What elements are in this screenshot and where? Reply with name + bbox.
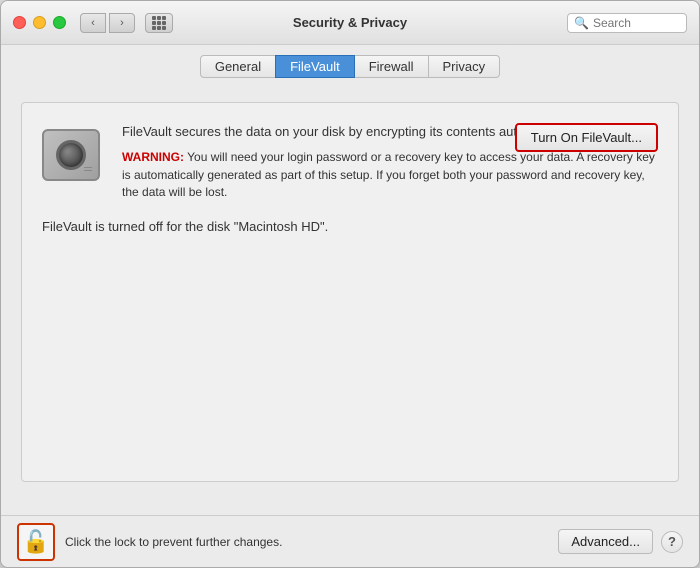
tab-firewall[interactable]: Firewall [354, 55, 429, 78]
search-icon: 🔍 [574, 16, 589, 30]
warning-body: You will need your login password or a r… [122, 150, 655, 199]
warning-label: WARNING: [122, 150, 184, 164]
warning-text: WARNING: You will need your login passwo… [122, 149, 658, 201]
filevault-icon [42, 123, 106, 187]
lock-icon: 🔓 [22, 529, 49, 555]
maximize-button[interactable] [53, 16, 66, 29]
advanced-button[interactable]: Advanced... [558, 529, 653, 554]
nav-buttons: ‹ › [80, 13, 135, 33]
hdd-detail [84, 167, 92, 171]
tab-privacy[interactable]: Privacy [428, 55, 501, 78]
tab-general[interactable]: General [200, 55, 276, 78]
grid-icon [152, 16, 166, 30]
back-button[interactable]: ‹ [80, 13, 106, 33]
tab-filevault[interactable]: FileVault [275, 55, 355, 78]
forward-button[interactable]: › [109, 13, 135, 33]
bottom-right-controls: Advanced... ? [558, 529, 683, 554]
search-input[interactable] [593, 16, 680, 30]
lock-button[interactable]: 🔓 [17, 523, 55, 561]
minimize-button[interactable] [33, 16, 46, 29]
bottom-bar: 🔓 Click the lock to prevent further chan… [1, 515, 699, 567]
turn-on-filevault-button[interactable]: Turn On FileVault... [515, 123, 658, 152]
tab-bar: General FileVault Firewall Privacy [1, 45, 699, 86]
grid-button[interactable] [145, 13, 173, 33]
hdd-lens [56, 140, 86, 170]
traffic-lights [13, 16, 66, 29]
help-button[interactable]: ? [661, 531, 683, 553]
titlebar: ‹ › Security & Privacy 🔍 [1, 1, 699, 45]
close-button[interactable] [13, 16, 26, 29]
window-title: Security & Privacy [293, 15, 407, 30]
lock-label: Click the lock to prevent further change… [65, 535, 548, 549]
main-window: ‹ › Security & Privacy 🔍 General FileVau… [0, 0, 700, 568]
filevault-status: FileVault is turned off for the disk "Ma… [42, 219, 658, 234]
hdd-body [42, 129, 100, 181]
content-area: Turn On FileVault... FileVault secures [1, 86, 699, 515]
search-bar[interactable]: 🔍 [567, 13, 687, 33]
content-panel: Turn On FileVault... FileVault secures [21, 102, 679, 482]
